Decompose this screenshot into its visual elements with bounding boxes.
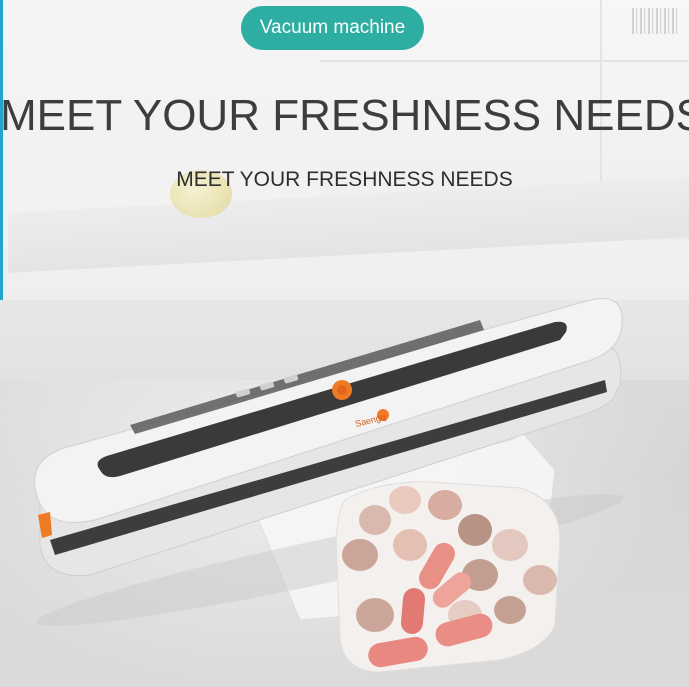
subheadline: MEET YOUR FRESHNESS NEEDS	[176, 168, 513, 191]
product-image: Saengq Vacuum machine MEET YOUR FRESHNES…	[0, 0, 689, 687]
category-badge-label: Vacuum machine	[259, 17, 406, 38]
category-badge: Vacuum machine	[241, 6, 424, 50]
headline: MEET YOUR FRESHNESS NEEDS	[0, 91, 689, 140]
